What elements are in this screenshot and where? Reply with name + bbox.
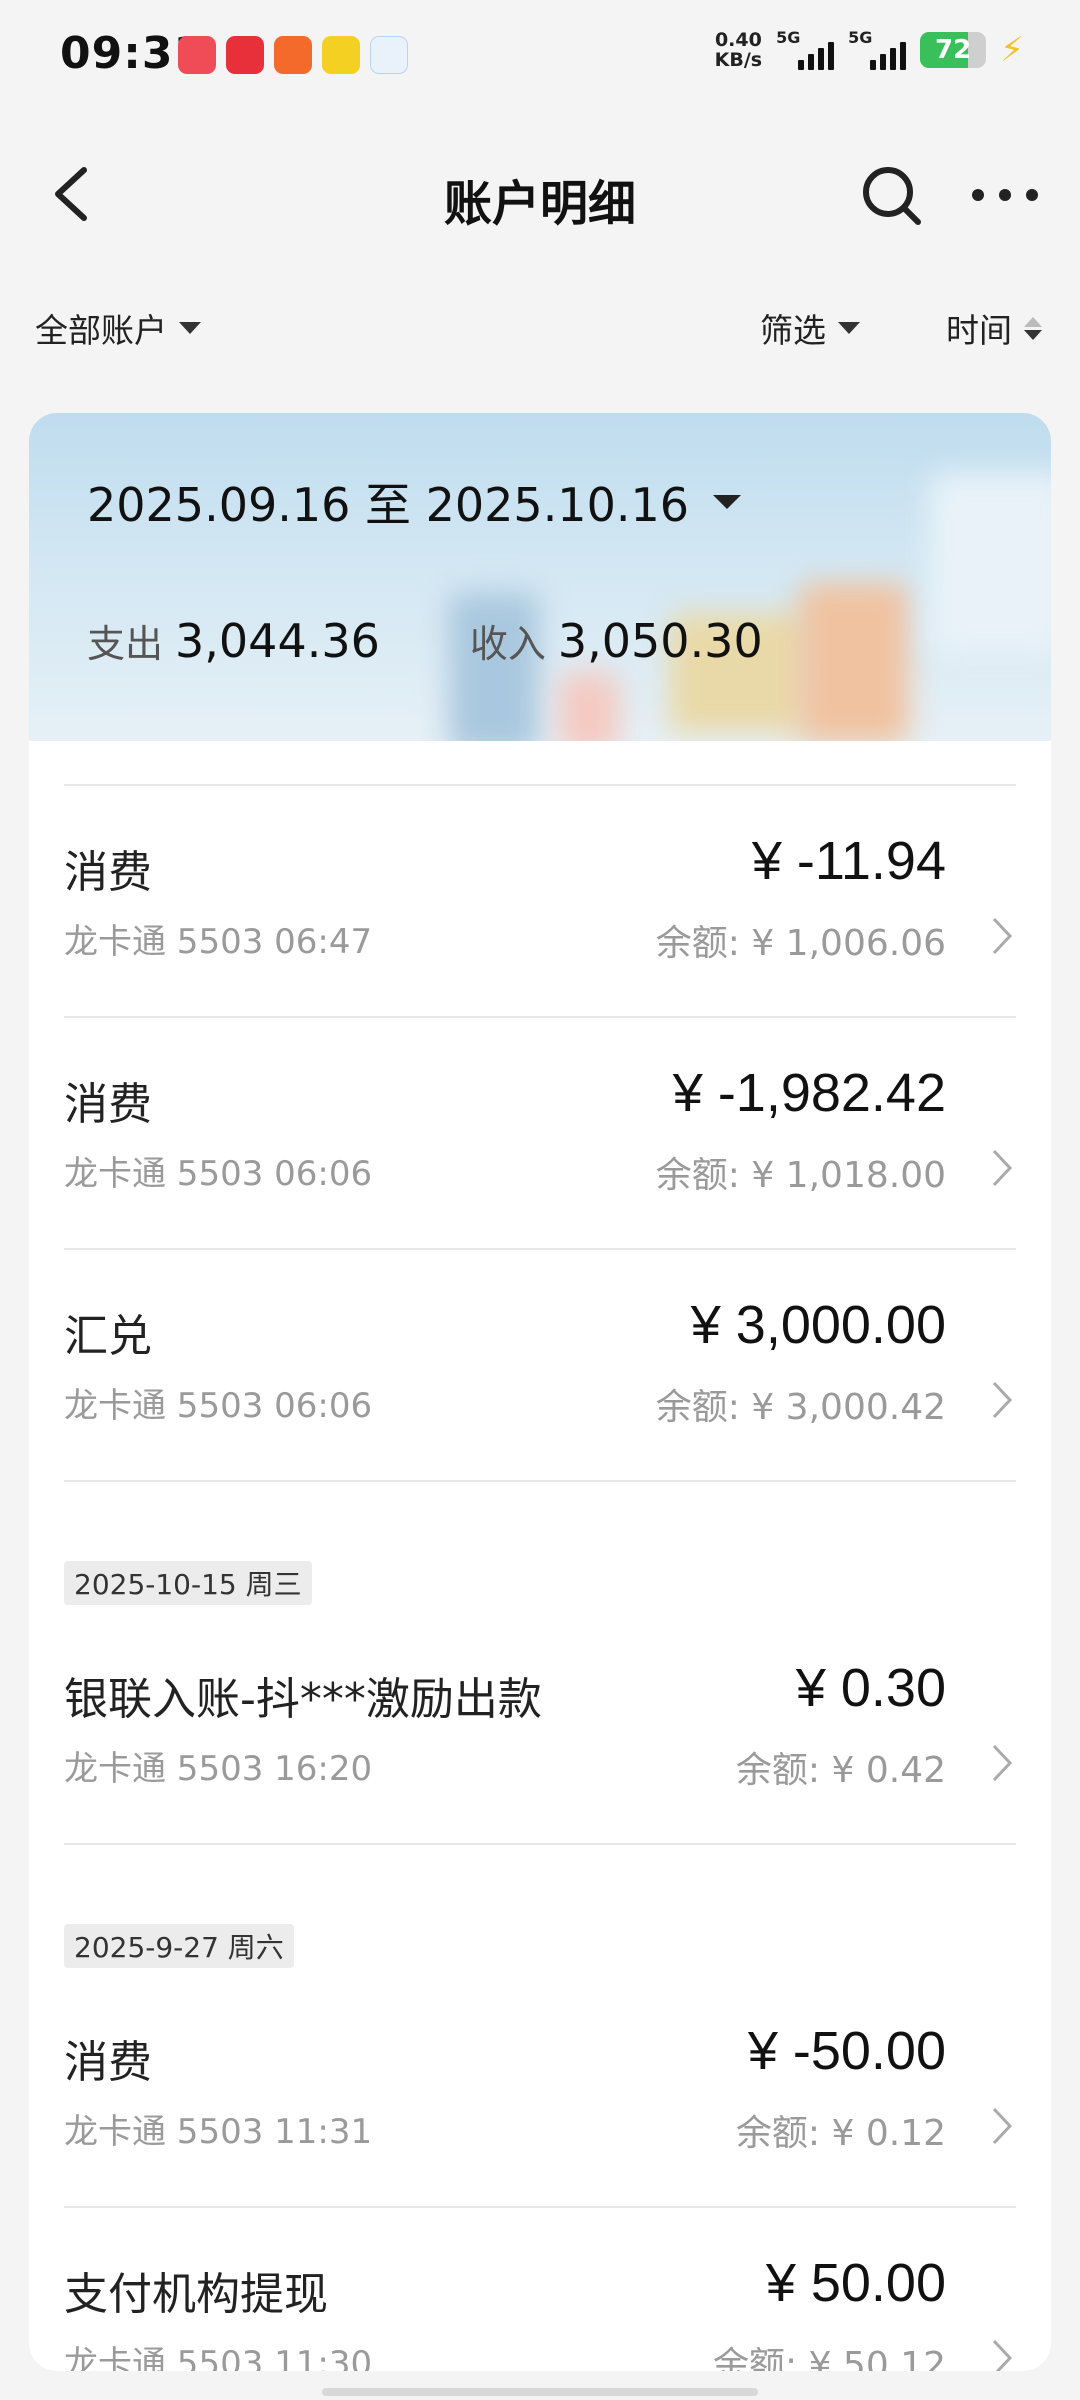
transaction-title: 消费 <box>64 847 152 898</box>
transaction-balance: 余额: ¥ 0.42 <box>735 1750 946 1791</box>
game-app-icon <box>274 36 312 74</box>
transaction-balance: 余额: ¥ 1,006.06 <box>655 923 946 964</box>
notification-app-icons <box>178 36 408 74</box>
sort-label: 时间 <box>946 311 1012 350</box>
divider <box>64 1843 1016 1845</box>
filter-dropdown[interactable]: 筛选 <box>760 304 860 352</box>
transactions-card: 2025.09.16 至 2025.10.16 支出 3,044.36 收入 3,0… <box>29 413 1051 2371</box>
chevron-right-icon <box>992 2339 1013 2371</box>
chevron-down-icon <box>713 495 741 509</box>
transaction-amount: ¥ 3,000.00 <box>690 1295 946 1355</box>
transaction-title: 支付机构提现 <box>64 2269 328 2320</box>
transaction-amount: ¥ -50.00 <box>747 2021 946 2081</box>
sort-by-time-button[interactable]: 时间 <box>946 304 1042 352</box>
shopping-app-icon <box>226 36 264 74</box>
transaction-balance: 余额: ¥ 0.12 <box>735 2113 946 2154</box>
date-range-label: 2025.09.16 至 2025.10.16 <box>87 478 689 532</box>
income-total: 收入 3,050.30 <box>469 614 763 668</box>
cartoon-app-icon <box>322 36 360 74</box>
video-app-icon <box>178 36 216 74</box>
home-indicator[interactable] <box>322 2388 758 2396</box>
charging-icon: ⚡ <box>1000 30 1024 70</box>
filter-dropdown-label: 筛选 <box>760 311 826 350</box>
date-group-label: 2025-10-15 周三 <box>64 1561 312 1605</box>
chevron-down-icon <box>179 322 201 334</box>
transaction-account-time: 龙卡通 5503 11:30 <box>64 2344 373 2371</box>
transaction-account-time: 龙卡通 5503 06:06 <box>64 1386 373 1426</box>
transaction-account-time: 龙卡通 5503 06:06 <box>64 1154 373 1194</box>
signal-icon: 5G <box>776 28 835 70</box>
chevron-right-icon <box>992 2107 1013 2145</box>
summary-banner: 2025.09.16 至 2025.10.16 支出 3,044.36 收入 3,0… <box>29 413 1051 741</box>
job-app-icon <box>370 36 408 74</box>
transaction-row[interactable]: 消费 龙卡通 5503 06:47 ¥ -11.94 余额: ¥ 1,006.0… <box>29 786 1051 1016</box>
status-bar: 09:31 0.40 KB/s 5G 5G 72 ⚡ <box>0 0 1080 110</box>
divider <box>64 1480 1016 1482</box>
transaction-title: 银联入账-抖***激励出款 <box>64 1674 542 1725</box>
transaction-title: 消费 <box>64 2037 152 2088</box>
transaction-amount: ¥ -11.94 <box>751 831 946 891</box>
transaction-title: 消费 <box>64 1079 152 1130</box>
more-icon[interactable] <box>972 180 1038 210</box>
totals: 支出 3,044.36 收入 3,050.30 <box>87 613 763 668</box>
transaction-title: 汇兑 <box>64 1311 152 1362</box>
filter-bar: 全部账户 筛选 时间 <box>0 300 1080 360</box>
transaction-account-time: 龙卡通 5503 11:31 <box>64 2112 373 2152</box>
transaction-balance: 余额: ¥ 3,000.42 <box>655 1387 946 1428</box>
nav-bar: 账户明细 <box>0 140 1080 250</box>
date-group-label: 2025-9-27 周六 <box>64 1924 294 1968</box>
net-speed: 0.40 KB/s <box>714 29 763 71</box>
transaction-amount: ¥ -1,982.42 <box>672 1063 946 1123</box>
transaction-row[interactable]: 消费 龙卡通 5503 11:31 ¥ -50.00 余额: ¥ 0.12 <box>29 1976 1051 2206</box>
transaction-balance: 余额: ¥ 1,018.00 <box>655 1155 946 1196</box>
status-indicators: 0.40 KB/s 5G 5G 72 ⚡ <box>714 28 1024 71</box>
transaction-amount: ¥ 0.30 <box>795 1658 946 1718</box>
transaction-account-time: 龙卡通 5503 06:47 <box>64 922 373 962</box>
transaction-account-time: 龙卡通 5503 16:20 <box>64 1749 373 1789</box>
transaction-row[interactable]: 消费 龙卡通 5503 06:06 ¥ -1,982.42 余额: ¥ 1,01… <box>29 1018 1051 1248</box>
signal-icon: 5G <box>848 28 907 70</box>
chevron-right-icon <box>992 1744 1013 1782</box>
chevron-right-icon <box>992 917 1013 955</box>
transaction-amount: ¥ 50.00 <box>765 2253 946 2313</box>
transaction-row[interactable]: 汇兑 龙卡通 5503 06:06 ¥ 3,000.00 余额: ¥ 3,000… <box>29 1250 1051 1480</box>
battery-icon: 72 <box>920 32 987 68</box>
account-dropdown-label: 全部账户 <box>35 311 167 350</box>
date-range-selector[interactable]: 2025.09.16 至 2025.10.16 <box>87 469 741 535</box>
sort-icon <box>1024 316 1042 340</box>
account-dropdown[interactable]: 全部账户 <box>35 304 201 352</box>
chevron-right-icon <box>992 1149 1013 1187</box>
expense-total: 支出 3,044.36 <box>87 614 380 668</box>
transaction-row[interactable]: 支付机构提现 龙卡通 5503 11:30 ¥ 50.00 余额: ¥ 50.1… <box>29 2208 1051 2371</box>
chevron-down-icon <box>838 322 860 334</box>
transaction-row[interactable]: 银联入账-抖***激励出款 龙卡通 5503 16:20 ¥ 0.30 余额: … <box>29 1613 1051 1843</box>
chevron-right-icon <box>992 1381 1013 1419</box>
search-icon[interactable] <box>858 162 924 228</box>
transaction-balance: 余额: ¥ 50.12 <box>713 2345 946 2371</box>
